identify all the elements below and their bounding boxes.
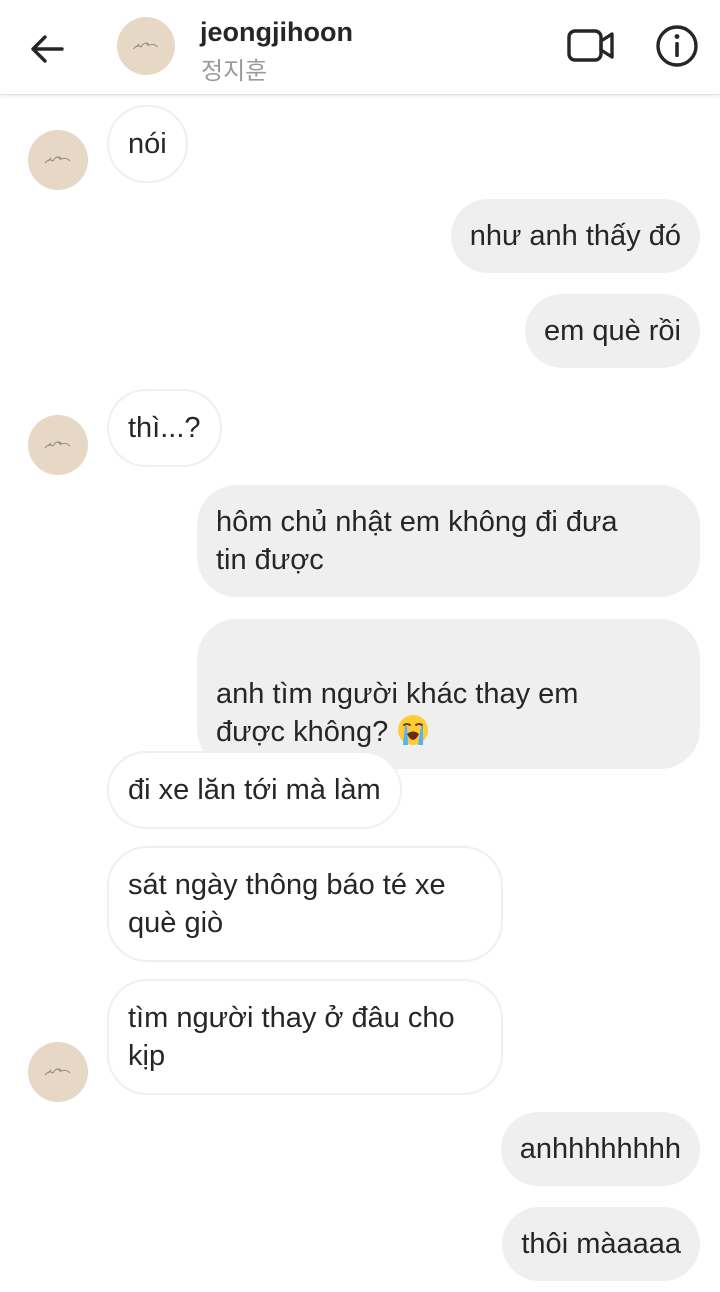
incoming-message[interactable]: đi xe lăn tới mà làm — [107, 751, 402, 829]
chat-header: jeongjihoon 정지훈 — [0, 0, 720, 95]
outgoing-message[interactable]: anh tìm người khác thay em được không? — [197, 619, 700, 769]
avatar-doodle-icon — [133, 42, 158, 50]
back-button[interactable] — [22, 24, 72, 74]
chat-realname: 정지훈 — [201, 57, 268, 85]
avatar-doodle-icon — [44, 441, 71, 449]
outgoing-message[interactable]: hôm chủ nhật em không đi đưa tin được — [197, 485, 700, 597]
incoming-message[interactable]: tìm người thay ở đâu cho kịp — [107, 979, 503, 1095]
incoming-message[interactable]: sát ngày thông báo té xe què giò — [107, 846, 503, 962]
sender-avatar[interactable] — [28, 1042, 88, 1102]
outgoing-message[interactable]: như anh thấy đó — [450, 199, 700, 273]
sender-avatar[interactable] — [28, 415, 88, 475]
avatar-doodle-icon — [44, 1068, 71, 1076]
incoming-message[interactable]: nói — [107, 105, 188, 183]
avatar[interactable] — [117, 17, 175, 75]
loudly-crying-face-emoji — [398, 715, 429, 745]
arrow-left-icon — [31, 35, 64, 63]
outgoing-message[interactable]: thôi màaaaa — [502, 1207, 700, 1281]
video-call-button[interactable] — [566, 25, 616, 67]
avatar-doodle-icon — [44, 156, 71, 164]
sender-avatar[interactable] — [28, 130, 88, 190]
info-button[interactable] — [653, 22, 701, 70]
info-icon — [656, 25, 698, 67]
video-call-icon — [567, 29, 614, 62]
outgoing-message[interactable]: em què rồi — [524, 294, 700, 368]
outgoing-message[interactable]: anhhhhhhhh — [500, 1112, 700, 1186]
incoming-message[interactable]: thì...? — [107, 389, 222, 467]
chat-username[interactable]: jeongjihoon — [200, 17, 353, 48]
